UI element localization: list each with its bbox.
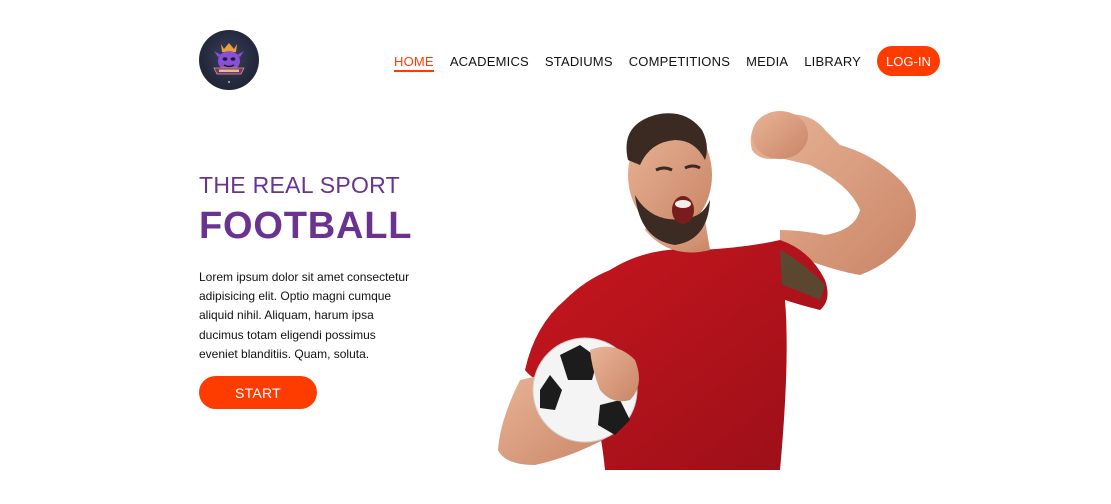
nav-media[interactable]: MEDIA <box>746 54 788 69</box>
hero-title: FOOTBALL <box>199 205 413 247</box>
hero-text: THE REAL SPORT FOOTBALL Lorem ipsum dolo… <box>199 172 429 410</box>
football-player-image <box>480 100 940 470</box>
nav-stadiums[interactable]: STADIUMS <box>545 54 613 69</box>
main-navigation: HOME ACADEMICS STADIUMS COMPETITIONS MED… <box>394 46 940 76</box>
nav-academics[interactable]: ACADEMICS <box>450 54 529 69</box>
landing-page: HOME ACADEMICS STADIUMS COMPETITIONS MED… <box>0 0 1111 504</box>
login-button[interactable]: LOG-IN <box>877 46 940 76</box>
hero-subtitle: THE REAL SPORT <box>199 172 401 198</box>
hero-description: Lorem ipsum dolor sit amet consectetur a… <box>199 270 410 361</box>
team-crest-logo[interactable] <box>199 30 259 90</box>
start-button[interactable]: START <box>199 376 317 410</box>
nav-competitions[interactable]: COMPETITIONS <box>629 54 730 69</box>
crest-icon <box>213 43 245 83</box>
nav-home[interactable]: HOME <box>394 54 434 72</box>
player-illustration <box>498 111 916 470</box>
nav-library[interactable]: LIBRARY <box>804 54 861 69</box>
